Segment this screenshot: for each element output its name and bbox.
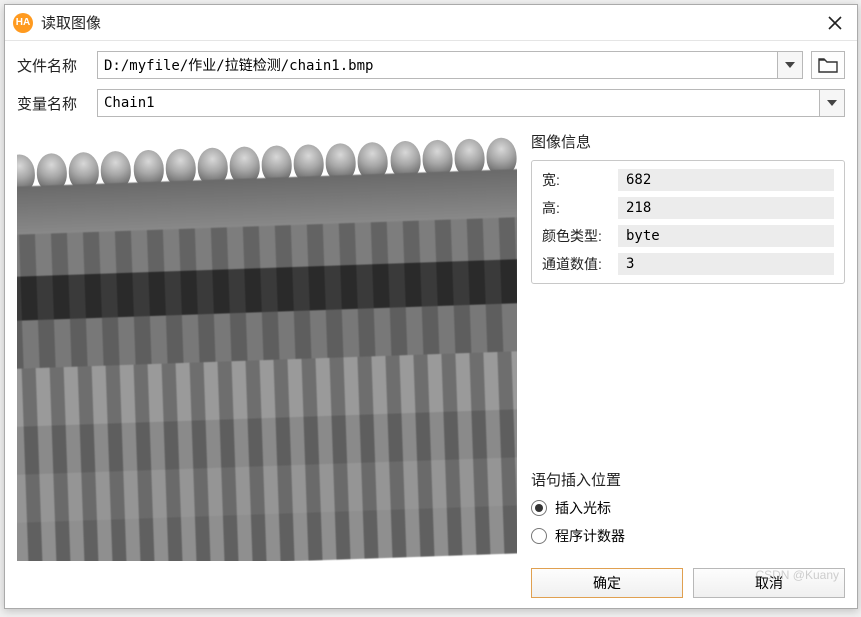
variable-name-dropdown[interactable]: Chain1 <box>97 89 845 117</box>
folder-icon <box>818 57 838 73</box>
cancel-button[interactable]: 取消 <box>693 568 845 598</box>
radio-label: 插入光标 <box>555 498 611 518</box>
info-row-width: 宽: 682 <box>542 169 834 191</box>
info-label: 颜色类型: <box>542 226 618 246</box>
file-name-dropdown[interactable]: D:/myfile/作业/拉链检测/chain1.bmp <box>97 51 803 79</box>
right-panel: 图像信息 宽: 682 高: 218 颜色类型: byte 通道数值: 3 <box>531 131 845 598</box>
titlebar: HA 读取图像 <box>5 5 857 41</box>
chevron-down-icon <box>827 100 837 106</box>
file-name-input[interactable]: D:/myfile/作业/拉链检测/chain1.bmp <box>97 51 777 79</box>
file-name-label: 文件名称 <box>17 55 89 76</box>
info-value: 682 <box>618 169 834 191</box>
info-row-height: 高: 218 <box>542 197 834 219</box>
radio-label: 程序计数器 <box>555 526 625 546</box>
radio-program-counter[interactable]: 程序计数器 <box>531 526 845 546</box>
info-value: 3 <box>618 253 834 275</box>
radio-insert-cursor[interactable]: 插入光标 <box>531 498 845 518</box>
info-row-color-type: 颜色类型: byte <box>542 225 834 247</box>
preview-image-content <box>17 131 517 561</box>
info-value: byte <box>618 225 834 247</box>
chevron-down-icon <box>785 62 795 68</box>
close-button[interactable] <box>823 11 847 35</box>
info-row-channels: 通道数值: 3 <box>542 253 834 275</box>
info-label: 宽: <box>542 170 618 190</box>
variable-name-input[interactable]: Chain1 <box>97 89 819 117</box>
info-label: 通道数值: <box>542 254 618 274</box>
image-info-box: 宽: 682 高: 218 颜色类型: byte 通道数值: 3 <box>531 160 845 284</box>
browse-button[interactable] <box>811 51 845 79</box>
form-area: 文件名称 D:/myfile/作业/拉链检测/chain1.bmp 变量名称 C… <box>5 41 857 131</box>
radio-icon <box>531 500 547 516</box>
radio-icon <box>531 528 547 544</box>
file-name-row: 文件名称 D:/myfile/作业/拉链检测/chain1.bmp <box>17 51 845 79</box>
close-icon <box>828 16 842 30</box>
file-dropdown-arrow[interactable] <box>777 51 803 79</box>
ok-button[interactable]: 确定 <box>531 568 683 598</box>
info-value: 218 <box>618 197 834 219</box>
dialog-button-row: 确定 取消 <box>531 568 845 598</box>
variable-name-row: 变量名称 Chain1 <box>17 89 845 117</box>
read-image-dialog: HA 读取图像 文件名称 D:/myfile/作业/拉链检测/chain1.bm… <box>4 4 858 609</box>
insert-position-group: 插入光标 程序计数器 <box>531 498 845 554</box>
content-area: 图像信息 宽: 682 高: 218 颜色类型: byte 通道数值: 3 <box>5 131 857 608</box>
info-label: 高: <box>542 198 618 218</box>
image-info-title: 图像信息 <box>531 131 845 152</box>
insert-position-title: 语句插入位置 <box>531 469 845 490</box>
app-icon: HA <box>13 13 33 33</box>
image-preview <box>17 131 517 561</box>
dialog-title: 读取图像 <box>41 12 823 33</box>
variable-name-label: 变量名称 <box>17 93 89 114</box>
variable-dropdown-arrow[interactable] <box>819 89 845 117</box>
